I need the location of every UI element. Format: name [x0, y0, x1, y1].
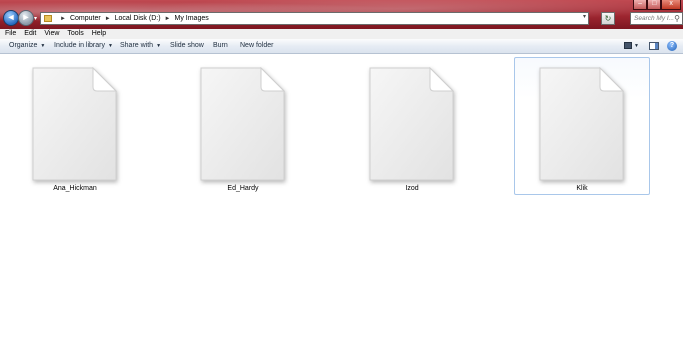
refresh-button[interactable]: ↻: [601, 12, 615, 25]
include-in-library-button[interactable]: Include in library ▼: [54, 39, 113, 53]
chevron-down-icon[interactable]: ▼: [634, 39, 639, 53]
chevron-down-icon: ▼: [156, 43, 162, 49]
burn-button[interactable]: Burn: [213, 39, 228, 53]
blank-document-icon: [199, 67, 285, 181]
back-arrow-icon: ◄: [6, 12, 16, 22]
blank-document-icon: [31, 67, 117, 181]
folder-icon: [44, 15, 52, 22]
breadcrumb-computer[interactable]: Computer: [70, 15, 101, 22]
slide-show-button[interactable]: Slide show: [170, 39, 204, 53]
address-bar[interactable]: ► Computer ► Local Disk (D:) ► My Images…: [40, 12, 589, 25]
blank-document-icon: [368, 67, 454, 181]
change-view-icon[interactable]: [624, 42, 632, 49]
refresh-icon: ↻: [604, 14, 612, 23]
share-with-button[interactable]: Share with ▼: [120, 39, 161, 53]
include-in-library-label: Include in library: [54, 42, 105, 49]
breadcrumb-my-images[interactable]: My Images: [175, 15, 209, 22]
recent-pages-dropdown[interactable]: ▾: [34, 15, 37, 22]
new-folder-button[interactable]: New folder: [240, 39, 273, 53]
preview-pane-icon[interactable]: [649, 42, 659, 50]
forward-button[interactable]: ►: [18, 10, 34, 26]
menu-view[interactable]: View: [40, 29, 63, 39]
close-button[interactable]: x: [661, 0, 682, 10]
window-titlebar: – □ x ◄ ► ▾ ► Computer ► Local Disk (D:)…: [0, 0, 683, 29]
search-input[interactable]: Search My I... ⚲: [630, 12, 683, 25]
forward-arrow-icon: ►: [21, 12, 31, 22]
breadcrumb-separator-icon[interactable]: ►: [60, 16, 66, 22]
search-placeholder: Search My I...: [634, 15, 675, 22]
breadcrumb-local-disk[interactable]: Local Disk (D:): [115, 15, 161, 22]
minimize-button[interactable]: –: [633, 0, 648, 10]
file-list: Ana_Hickman Ed_Hardy Izod Klik: [0, 54, 683, 364]
file-name: Izod: [405, 185, 419, 192]
back-button[interactable]: ◄: [3, 10, 19, 26]
organize-button[interactable]: Organize ▼: [9, 39, 45, 53]
file-item[interactable]: Ed_Hardy: [175, 57, 311, 195]
address-history-dropdown-icon[interactable]: ▾: [583, 13, 586, 20]
menu-help[interactable]: Help: [88, 29, 110, 39]
window-controls: – □ x: [633, 0, 682, 10]
file-item-selected[interactable]: Klik: [514, 57, 650, 195]
command-bar: Organize ▼ Include in library ▼ Share with…: [0, 39, 683, 54]
breadcrumb-separator-icon[interactable]: ►: [165, 16, 171, 22]
breadcrumb-separator-icon[interactable]: ►: [105, 16, 111, 22]
menu-file[interactable]: File: [0, 29, 20, 39]
search-icon[interactable]: ⚲: [674, 13, 680, 24]
file-item[interactable]: Ana_Hickman: [7, 57, 143, 195]
file-name: Ana_Hickman: [53, 185, 97, 192]
chevron-down-icon: ▼: [40, 43, 46, 49]
organize-label: Organize: [9, 42, 38, 49]
menu-tools[interactable]: Tools: [63, 29, 87, 39]
share-with-label: Share with: [120, 42, 154, 49]
menu-bar: File Edit View Tools Help: [0, 29, 683, 39]
help-icon[interactable]: ?: [667, 41, 677, 51]
file-name: Klik: [576, 185, 588, 192]
file-name: Ed_Hardy: [227, 185, 259, 192]
menu-edit[interactable]: Edit: [20, 29, 40, 39]
blank-document-icon: [538, 67, 624, 181]
chevron-down-icon: ▼: [107, 43, 113, 49]
file-item[interactable]: Izod: [344, 57, 480, 195]
maximize-button[interactable]: □: [647, 0, 662, 10]
